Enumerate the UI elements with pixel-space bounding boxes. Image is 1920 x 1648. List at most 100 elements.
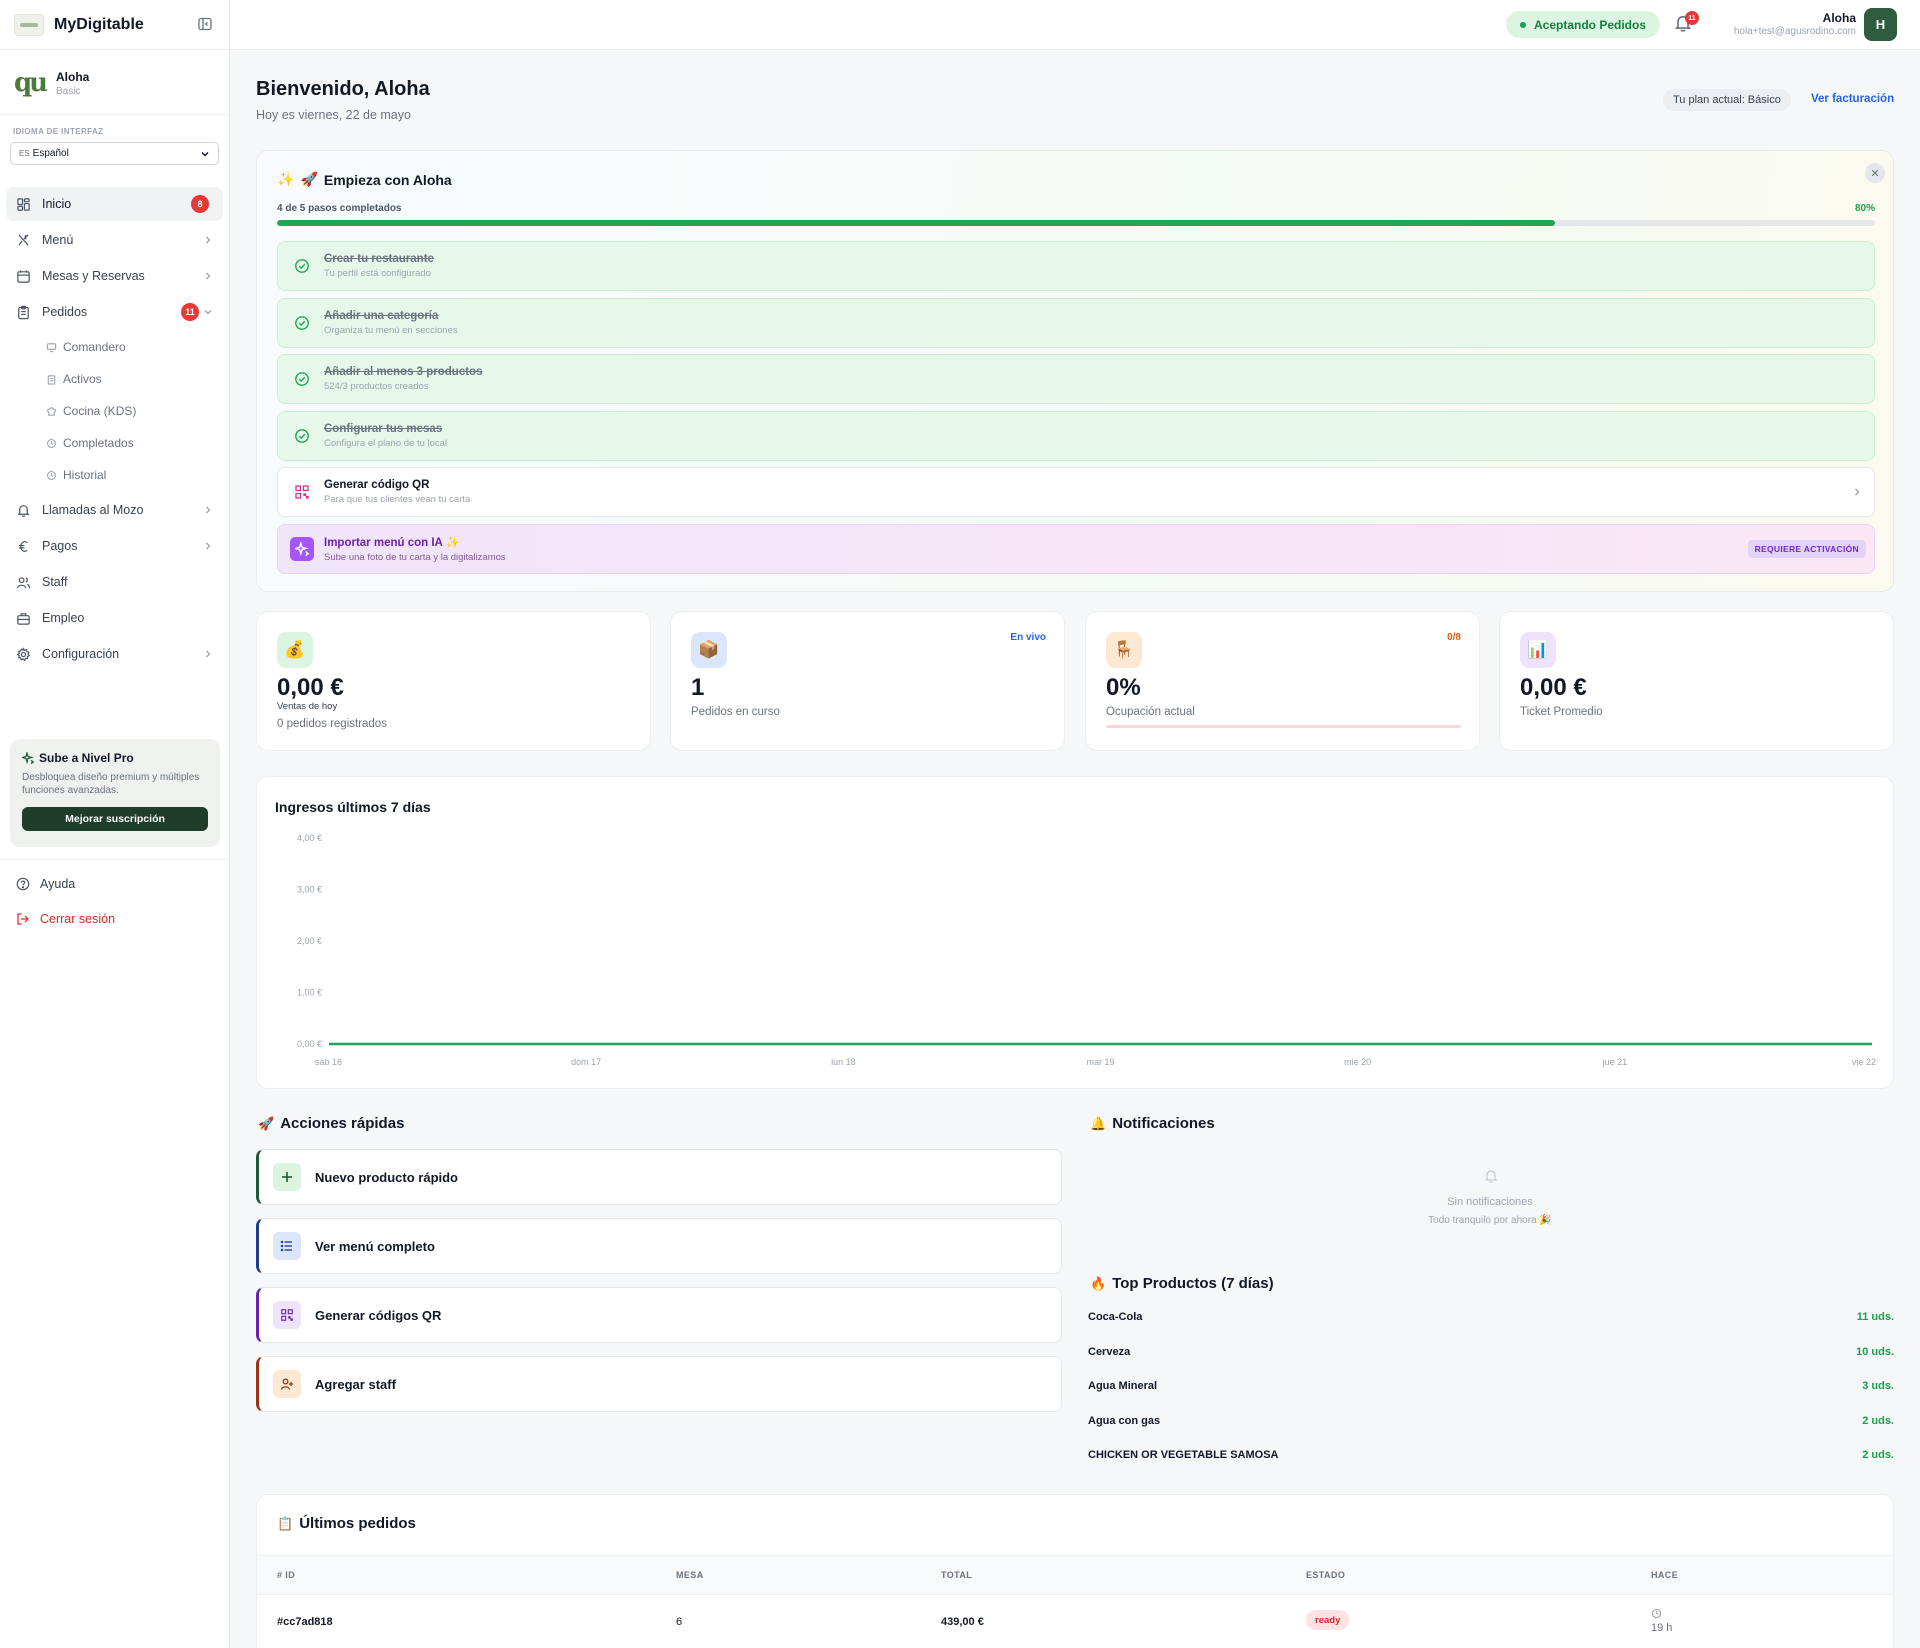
calendar-icon	[17, 269, 30, 283]
sidebar-item-label: Llamadas al Mozo	[42, 503, 144, 517]
order-total: 439,00 €	[941, 1616, 984, 1628]
revenue-chart: 0,00 € 1,00 € 2,00 € 3,00 € 4,00 € sáb 16 dom …	[297, 833, 1876, 1067]
check-circle-icon	[295, 259, 309, 273]
sidebar-item-empleo[interactable]: Empleo	[6, 601, 223, 635]
step-title: Generar código QR	[324, 479, 430, 491]
help-label: Ayuda	[40, 877, 76, 891]
subnav-item-cocina[interactable]: Cocina (KDS)	[0, 395, 229, 427]
close-icon[interactable]: ✕	[1865, 163, 1885, 183]
sidebar-item-label: Pedidos	[42, 305, 88, 319]
logout-link[interactable]: Cerrar sesión	[16, 912, 115, 926]
user-email: hola+test@agusrodino.com	[1733, 26, 1856, 37]
stat-label: Ventas de hoy	[277, 701, 338, 712]
sidebar-item-llamadas[interactable]: Llamadas al Mozo	[6, 493, 223, 527]
product-name: Agua Mineral	[1088, 1380, 1158, 1392]
sidebar-item-label: Empleo	[42, 611, 85, 625]
sidebar-item-mesas[interactable]: Mesas y Reservas	[6, 259, 223, 293]
stat-card-ticket: 📊 0,00 € Ticket Promedio	[1499, 611, 1894, 751]
stat-label: Ticket Promedio	[1520, 706, 1603, 718]
upgrade-promo: Sube a Nivel Pro Desbloquea diseño premi…	[10, 739, 220, 847]
onboarding-step-qr[interactable]: Generar código QR Para que tus clientes v…	[277, 467, 1875, 517]
current-plan-badge: Tu plan actual: Básico	[1663, 89, 1791, 111]
product-qty: 2 uds.	[1862, 1415, 1894, 1427]
quick-actions-title: 🚀 Acciones rápidas	[258, 1115, 404, 1132]
sidebar-item-staff[interactable]: Staff	[6, 565, 223, 599]
account-logo: qu	[14, 68, 48, 98]
step-subtitle: Organiza tu menú en secciones	[324, 325, 458, 336]
onboarding-step-done[interactable]: Añadir una categoría Organiza tu menú en …	[277, 298, 1875, 348]
list-item: Cerveza 10 uds.	[1088, 1342, 1894, 1362]
clipboard-icon	[47, 374, 56, 385]
progress-bar	[277, 220, 1875, 226]
subnav-label: Comandero	[63, 340, 126, 354]
check-circle-icon	[295, 429, 309, 443]
money-bag-icon: 💰	[277, 632, 313, 668]
chevron-right-icon	[206, 506, 211, 514]
quick-action-add-staff[interactable]: Agregar staff	[256, 1356, 1062, 1412]
y-tick-label: 2,00 €	[297, 936, 322, 946]
subnav-item-activos[interactable]: Activos	[0, 363, 229, 395]
sidebar-item-pedidos[interactable]: Pedidos 11	[6, 295, 223, 329]
progress-label: 4 de 5 pasos completados	[277, 203, 402, 214]
occupancy-tag: 0/8	[1447, 632, 1461, 643]
stat-value: 1	[691, 674, 705, 701]
list-item: Coca-Cola 11 uds.	[1088, 1307, 1894, 1327]
accepting-orders-toggle[interactable]: Aceptando Pedidos	[1506, 11, 1661, 38]
empty-bell-icon	[1484, 1170, 1498, 1183]
help-link[interactable]: Ayuda	[16, 877, 75, 891]
stat-card-orders: 📦 En vivo 1 Pedidos en curso	[670, 611, 1065, 751]
sidebar-collapse-icon[interactable]	[197, 16, 215, 34]
sidebar-item-configuracion[interactable]: Configuración	[6, 637, 223, 671]
utensils-icon	[18, 233, 29, 246]
user-plus-icon	[273, 1370, 301, 1398]
step-title: Configurar tus mesas	[324, 423, 443, 435]
account-card[interactable]: qu Aloha Basic	[0, 50, 229, 115]
quick-action-view-menu[interactable]: Ver menú completo	[256, 1218, 1062, 1274]
main-nav: Inicio 8 Menú Mesas y Reservas Pedidos 1…	[0, 165, 229, 671]
onboarding-step-done[interactable]: Añadir al menos 3 productos 524/3 product…	[277, 354, 1875, 404]
x-tick-label: dom 17	[571, 1057, 601, 1067]
y-tick-label: 0,00 €	[297, 1039, 322, 1049]
subnav-item-comandero[interactable]: Comandero	[0, 331, 229, 363]
bell-icon	[17, 504, 30, 517]
rocket-icon: 🚀	[300, 171, 318, 187]
step-title: Importar menú con IA ✨	[324, 537, 460, 549]
subnav-label: Activos	[63, 372, 102, 386]
quick-action-new-product[interactable]: Nuevo producto rápido	[256, 1149, 1062, 1205]
step-title: Añadir al menos 3 productos	[324, 366, 483, 378]
onboarding-step-ai-import[interactable]: Importar menú con IA ✨ Sube una foto de t…	[277, 524, 1875, 574]
page-title: Bienvenido, Aloha	[256, 78, 430, 100]
product-qty: 2 uds.	[1862, 1449, 1894, 1461]
subnav-item-completados[interactable]: Completados	[0, 427, 229, 459]
top-products-title: 🔥 Top Productos (7 días)	[1090, 1275, 1274, 1292]
help-icon	[16, 877, 30, 891]
quick-action-qr-codes[interactable]: Generar códigos QR	[256, 1287, 1062, 1343]
notifications-button[interactable]: 11	[1673, 11, 1699, 37]
stat-label: Ocupación actual	[1106, 706, 1195, 718]
sidebar-item-inicio[interactable]: Inicio 8	[6, 187, 223, 221]
column-header: ESTADO	[1306, 1570, 1346, 1580]
onboarding-step-done[interactable]: Configurar tus mesas Configura el plano d…	[277, 411, 1875, 461]
receipt-icon: 📋	[277, 1515, 294, 1531]
subnav-item-historial[interactable]: Historial	[0, 459, 229, 491]
bell-icon: 🔔	[1090, 1115, 1107, 1131]
upgrade-button[interactable]: Mejorar suscripción	[22, 807, 208, 831]
sidebar-item-menu[interactable]: Menú	[6, 223, 223, 257]
onboarding-step-done[interactable]: Crear tu restaurante Tu perfil está confi…	[277, 241, 1875, 291]
avatar[interactable]: H	[1864, 8, 1897, 41]
language-select[interactable]: ES Español	[10, 142, 219, 165]
euro-icon	[18, 540, 28, 552]
billing-link[interactable]: Ver facturación	[1811, 93, 1894, 105]
sparkles-icon	[22, 752, 34, 764]
promo-title-text: Sube a Nivel Pro	[39, 751, 134, 765]
promo-text: Desbloquea diseño premium y múltiples fu…	[22, 772, 200, 796]
brand-name: MyDigitable	[54, 15, 144, 33]
sidebar-item-pagos[interactable]: Pagos	[6, 529, 223, 563]
promo-title: Sube a Nivel Pro	[22, 751, 208, 765]
sidebar-item-label: Pagos	[42, 539, 78, 553]
language-label: IDIOMA DE INTERFAZ	[13, 127, 104, 136]
column-header: MESA	[676, 1570, 704, 1580]
empty-notifications-sub: Todo tranquilo por ahora 🎉	[1428, 1215, 1552, 1226]
y-tick-label: 1,00 €	[297, 988, 322, 998]
history-icon	[47, 438, 56, 448]
